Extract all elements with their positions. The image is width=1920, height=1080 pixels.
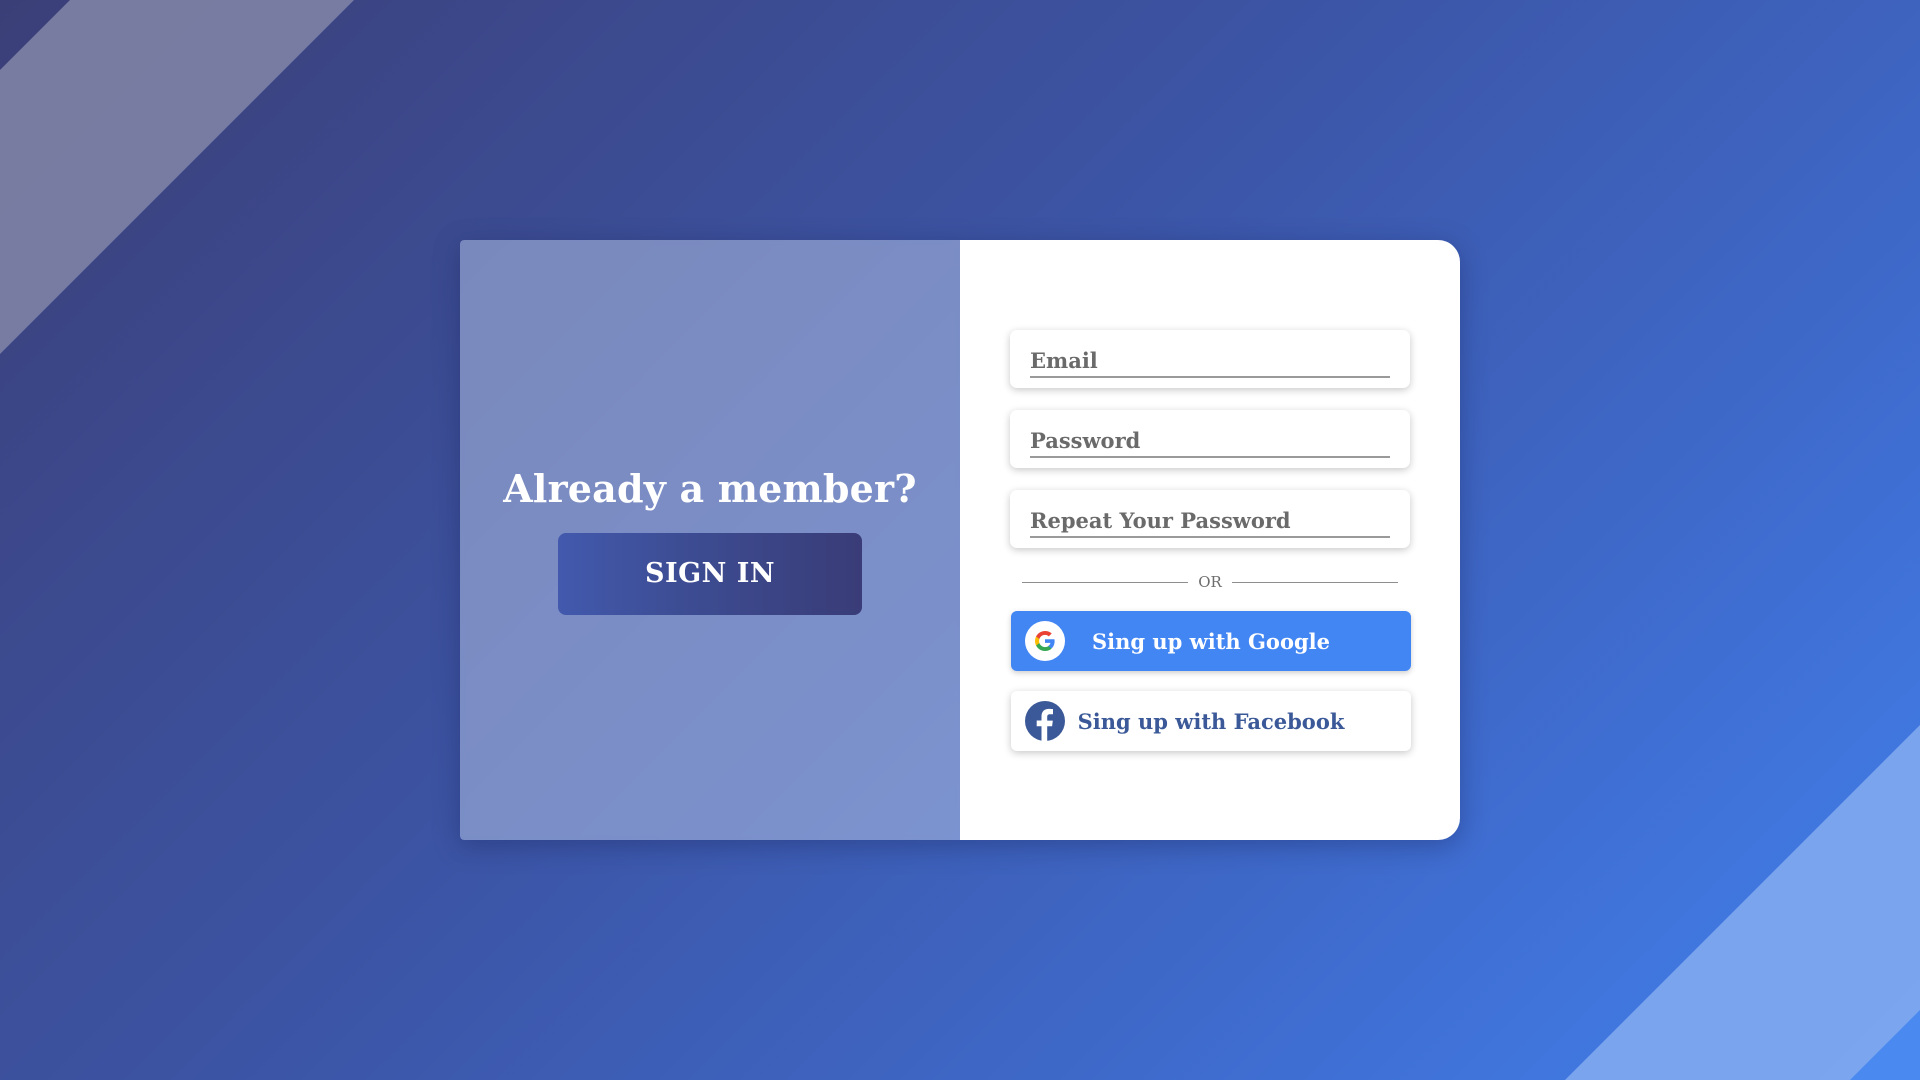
email-field [1010, 330, 1410, 388]
google-signup-button[interactable]: Sing up with Google [1011, 611, 1411, 671]
facebook-icon [1025, 701, 1065, 741]
divider-line-right [1231, 581, 1398, 583]
repeat-password-input[interactable] [1030, 504, 1390, 538]
auth-card: Already a member? SIGN IN OR Sing up [460, 240, 1460, 840]
facebook-button-label: Sing up with Facebook [1077, 708, 1345, 734]
facebook-signup-button[interactable]: Sing up with Facebook [1011, 691, 1411, 751]
or-divider: OR [1022, 572, 1398, 592]
google-button-label: Sing up with Google [1092, 628, 1330, 654]
already-member-heading: Already a member? [503, 465, 917, 511]
password-field [1010, 410, 1410, 468]
google-icon [1025, 621, 1065, 661]
email-input[interactable] [1030, 344, 1390, 378]
password-input[interactable] [1030, 424, 1390, 458]
divider-or-text: OR [1198, 573, 1222, 591]
sign-in-button[interactable]: SIGN IN [558, 532, 862, 615]
signin-panel: Already a member? SIGN IN [460, 240, 960, 840]
signup-panel: OR Sing up with Google Sing up with Face… [960, 240, 1460, 840]
divider-line-left [1022, 581, 1189, 583]
repeat-password-field [1010, 490, 1410, 548]
